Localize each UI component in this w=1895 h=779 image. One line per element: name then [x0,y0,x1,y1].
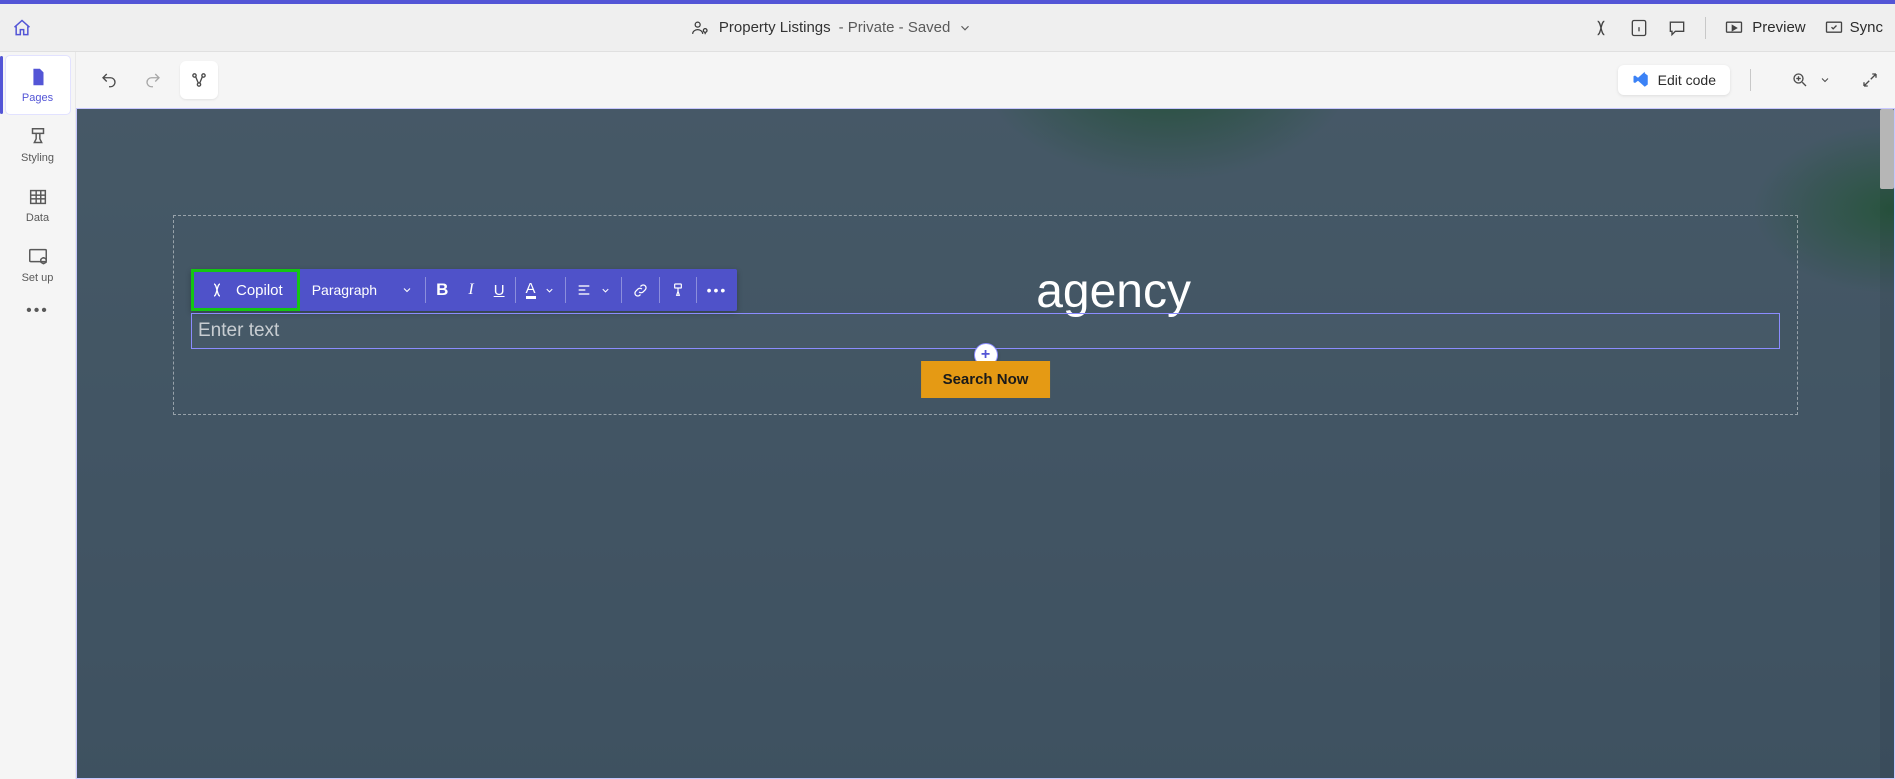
rte-italic-button[interactable]: I [458,269,483,311]
rte-more-button[interactable]: ••• [697,269,738,311]
search-now-button[interactable]: Search Now [921,361,1051,398]
site-map-button[interactable] [182,63,216,97]
chevron-down-icon [544,285,555,296]
redo-button[interactable] [136,63,170,97]
zoom-button[interactable] [1791,71,1809,89]
undo-button[interactable] [92,63,126,97]
rich-text-toolbar: Copilot Paragraph B I U A [191,269,737,311]
hero-overlay [77,109,1894,778]
rail-more[interactable]: ••• [26,302,49,320]
separator [1750,69,1751,91]
rail-label: Styling [21,152,54,164]
align-left-icon [576,282,592,298]
comment-icon[interactable] [1667,18,1687,38]
chevron-down-icon [401,284,413,296]
work-area: Edit code [76,52,1895,779]
sync-button[interactable]: Sync [1824,18,1883,38]
document-privacy: - Private - Saved [839,19,951,36]
home-icon[interactable] [12,18,32,38]
chevron-down-icon[interactable] [1819,74,1831,86]
rail-item-styling[interactable]: Styling [6,116,70,174]
vscode-icon [1632,71,1650,89]
copilot-icon[interactable] [1591,18,1611,38]
rte-underline-button[interactable]: U [484,269,515,311]
document-title-group[interactable]: Property Listings - Private - Saved [72,18,1591,38]
brush-icon [27,126,49,148]
rail-label: Data [26,212,49,224]
page-icon [27,66,49,88]
table-icon [27,186,49,208]
rte-font-color-button[interactable]: A [516,269,565,311]
collapse-icon[interactable] [1861,71,1879,89]
link-icon [632,282,649,299]
rail-item-setup[interactable]: Set up [6,236,70,294]
paint-icon [670,282,686,298]
rte-format-select[interactable]: Paragraph [300,269,425,311]
rail-item-pages[interactable]: Pages [6,56,70,114]
rail-label: Set up [22,272,54,284]
rte-format-painter-button[interactable] [660,269,696,311]
canvas-toolbar: Edit code [76,52,1895,108]
rte-align-button[interactable] [566,269,621,311]
setup-icon [27,246,49,268]
copilot-icon [208,281,226,299]
chevron-down-icon [600,285,611,296]
hero-placeholder: Enter text [198,320,279,342]
canvas-scrollbar[interactable] [1880,109,1894,778]
rte-copilot-label: Copilot [236,282,283,299]
preview-label: Preview [1752,19,1805,36]
rail-item-data[interactable]: Data [6,176,70,234]
chevron-down-icon[interactable] [958,21,972,35]
people-private-icon [691,18,711,38]
edit-code-button[interactable]: Edit code [1618,65,1730,95]
rail-label: Pages [22,92,53,104]
sync-label: Sync [1850,19,1883,36]
app-header: Property Listings - Private - Saved Prev… [0,4,1895,52]
side-rail: Pages Styling Data Set up ••• [0,52,76,779]
rte-copilot-button[interactable]: Copilot [191,269,300,311]
scrollbar-thumb[interactable] [1880,109,1894,189]
info-icon[interactable] [1629,18,1649,38]
separator [1705,17,1706,39]
edit-code-label: Edit code [1658,72,1716,88]
rte-bold-button[interactable]: B [426,269,458,311]
design-canvas[interactable]: Real estate agency Copilot Paragraph [76,108,1895,779]
search-now-label: Search Now [943,371,1029,388]
rte-format-label: Paragraph [312,282,377,298]
rte-link-button[interactable] [622,269,659,311]
document-title: Property Listings [719,19,831,36]
preview-icon[interactable]: Preview [1724,18,1805,38]
